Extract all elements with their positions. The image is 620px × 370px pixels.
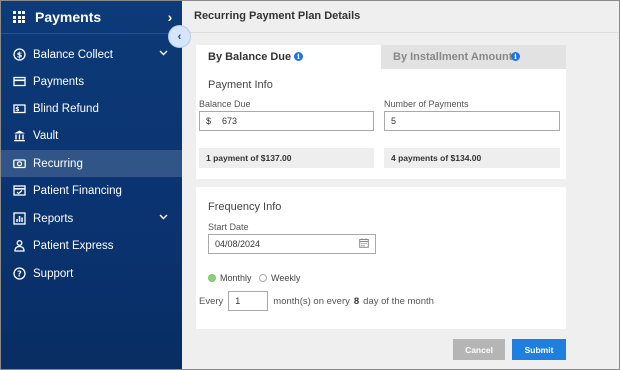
balance-due-field[interactable]: $ 673	[199, 111, 374, 131]
start-date-field[interactable]: 04/08/2024	[208, 234, 376, 254]
info-icon[interactable]: i	[511, 52, 520, 61]
tab-by-balance-due[interactable]: By Balance Due i	[196, 45, 381, 69]
sidebar-item-recurring[interactable]: Recurring	[1, 150, 182, 177]
sidebar-item-patient-financing[interactable]: Patient Financing	[1, 177, 182, 204]
month-text-after: day of the month	[363, 295, 434, 307]
sidebar-title: Payments	[35, 9, 102, 25]
cancel-button[interactable]: Cancel	[453, 339, 505, 360]
sidebar-item-reports[interactable]: Reports	[1, 205, 182, 232]
payment-summary-remaining: 4 payments of $134.00	[384, 148, 560, 168]
balance-due-label: Balance Due	[199, 99, 251, 109]
sidebar-item-payments[interactable]: Payments	[1, 68, 182, 95]
sidebar-item-balance-collect[interactable]: $ Balance Collect	[1, 41, 182, 68]
bank-vault-icon	[13, 129, 26, 142]
sidebar-item-patient-express[interactable]: Patient Express	[1, 232, 182, 259]
question-circle-icon: ?	[13, 267, 26, 280]
sidebar-item-blind-refund[interactable]: $ Blind Refund	[1, 95, 182, 122]
tab-bar: By Balance Due i By Installment Amount i	[196, 45, 566, 69]
recurring-money-icon	[13, 157, 26, 170]
number-of-payments-label: Number of Payments	[384, 99, 469, 109]
every-label: Every	[199, 295, 224, 307]
person-icon	[13, 239, 26, 252]
chevron-down-icon	[159, 212, 168, 224]
sidebar: Payments › $ Balance Collect Payments $ …	[1, 1, 182, 369]
calendar-icon[interactable]	[359, 238, 369, 250]
payment-summary-first: 1 payment of $137.00	[199, 148, 374, 168]
svg-text:$: $	[15, 106, 19, 113]
monthly-radio[interactable]	[208, 274, 216, 282]
page-title: Recurring Payment Plan Details	[194, 10, 361, 22]
sidebar-item-vault[interactable]: Vault	[1, 122, 182, 149]
sidebar-item-label: Recurring	[33, 157, 83, 170]
chevron-left-icon: ‹	[177, 30, 182, 43]
financing-card-icon	[13, 184, 26, 197]
month-text-before: month(s) on every	[273, 295, 350, 307]
cash-refund-icon: $	[13, 102, 26, 115]
number-of-payments-value: 5	[391, 116, 397, 126]
chevron-down-icon	[159, 48, 168, 60]
credit-card-icon	[13, 75, 26, 88]
svg-text:?: ?	[17, 269, 22, 278]
weekly-radio-label[interactable]: Weekly	[271, 273, 300, 283]
number-of-payments-field[interactable]: 5	[384, 111, 560, 131]
app-window: Payments › $ Balance Collect Payments $ …	[0, 0, 620, 370]
chevron-right-icon[interactable]: ›	[158, 9, 182, 25]
payment-info-title: Payment Info	[208, 79, 273, 91]
divider	[182, 32, 619, 33]
sidebar-header[interactable]: Payments ›	[1, 1, 182, 34]
every-interval-value: 1	[235, 296, 241, 306]
info-icon[interactable]: i	[294, 52, 303, 61]
sidebar-item-label: Patient Express	[33, 239, 114, 252]
sidebar-item-support[interactable]: ? Support	[1, 260, 182, 287]
dollar-circle-icon: $	[13, 48, 26, 61]
apps-grid-icon	[13, 11, 25, 23]
tab-label: By Installment Amount	[393, 51, 513, 63]
sidebar-item-label: Reports	[33, 212, 74, 225]
day-of-month-number: 8	[353, 295, 360, 307]
frequency-info-title: Frequency Info	[208, 201, 282, 213]
tab-label: By Balance Due	[208, 51, 292, 63]
sidebar-item-label: Payments	[33, 75, 85, 88]
frequency-info-card: Frequency Info Start Date 04/08/2024 Mon…	[196, 187, 566, 329]
collapse-sidebar-button[interactable]: ‹	[168, 25, 191, 48]
start-date-label: Start Date	[208, 222, 249, 232]
currency-symbol: $	[206, 116, 212, 126]
sidebar-item-label: Patient Financing	[33, 184, 122, 197]
sidebar-item-label: Support	[33, 267, 74, 280]
svg-text:$: $	[17, 50, 23, 59]
sidebar-item-label: Vault	[33, 129, 59, 142]
tab-by-installment-amount[interactable]: By Installment Amount i	[381, 45, 566, 69]
sidebar-item-label: Blind Refund	[33, 102, 99, 115]
payment-info-card: Payment Info Balance Due $ 673 Number of…	[196, 69, 566, 179]
every-row: Every 1 month(s) on every 8 day of the m…	[199, 291, 434, 311]
sidebar-item-label: Balance Collect	[33, 48, 113, 61]
start-date-value: 04/08/2024	[215, 239, 261, 249]
every-interval-field[interactable]: 1	[228, 291, 269, 311]
weekly-radio[interactable]	[259, 274, 267, 282]
balance-due-value: 673	[222, 116, 238, 126]
submit-button[interactable]: Submit	[512, 339, 566, 360]
monthly-radio-label[interactable]: Monthly	[220, 273, 252, 283]
main-panel: Recurring Payment Plan Details By Balanc…	[182, 1, 619, 369]
reports-chart-icon	[13, 212, 26, 225]
